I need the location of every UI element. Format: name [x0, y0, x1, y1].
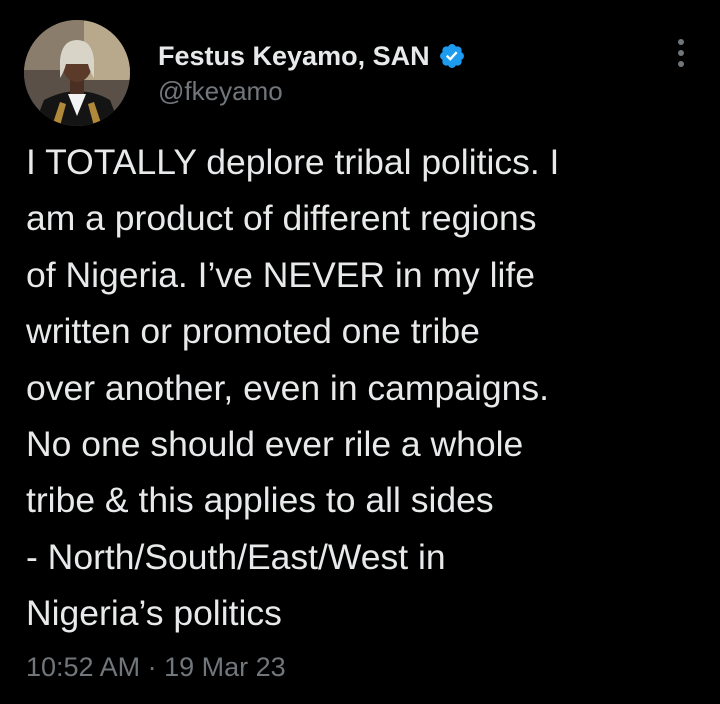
tweet-text: I TOTALLY deplore tribal politics. I am …	[26, 142, 560, 634]
author-handle[interactable]: @fkeyamo	[158, 76, 283, 107]
avatar-photo	[24, 20, 130, 126]
tweet: Festus Keyamo, SAN @fkeyamo I TOTALLY de…	[0, 0, 720, 704]
avatar[interactable]	[24, 20, 130, 126]
more-vertical-icon[interactable]	[676, 36, 686, 72]
verified-badge-icon	[438, 42, 466, 70]
tweet-timestamp[interactable]: 10:52 AM · 19 Mar 23	[26, 652, 286, 683]
tweet-date: 19 Mar 23	[164, 652, 286, 682]
meta-separator: ·	[147, 652, 157, 682]
author-name-row: Festus Keyamo, SAN	[158, 38, 466, 74]
author-name[interactable]: Festus Keyamo, SAN	[158, 41, 430, 72]
tweet-time: 10:52 AM	[26, 652, 141, 682]
